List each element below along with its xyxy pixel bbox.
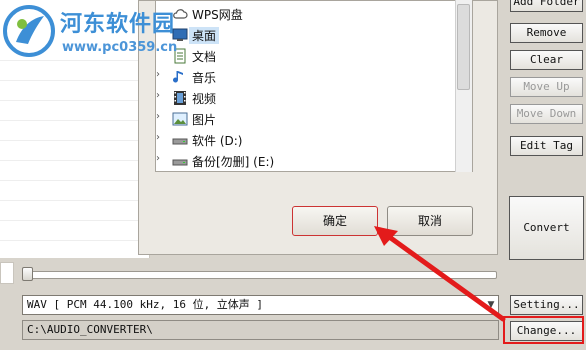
watermark-title: 河东软件园 (60, 11, 176, 37)
watermark-url: www.pc0359.cn (62, 40, 178, 55)
watermark: 河东软件园 www.pc0359.cn (0, 0, 240, 62)
watermark-logo-icon (3, 5, 55, 57)
